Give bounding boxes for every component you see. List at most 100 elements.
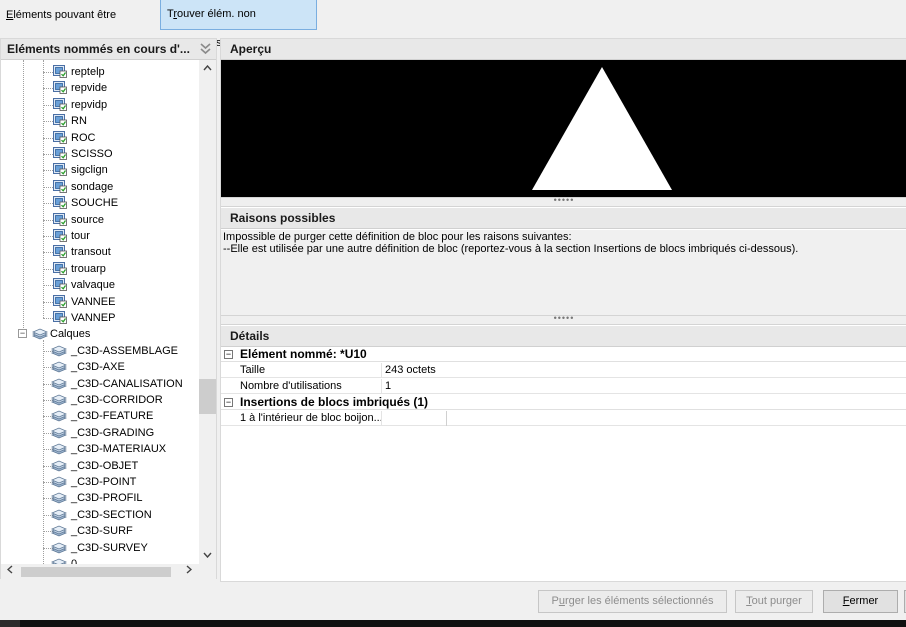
tree-item-layer[interactable]: _C3D-GRADING bbox=[1, 425, 199, 441]
property-row-uses[interactable]: Nombre d'utilisations 1 bbox=[221, 379, 906, 394]
close-button[interactable]: Fermer bbox=[823, 590, 898, 613]
tree-item-block[interactable]: SCISSO bbox=[1, 146, 199, 162]
splitter-grip: ••••• bbox=[553, 195, 575, 205]
collapse-minus-icon[interactable]: − bbox=[224, 350, 233, 359]
tree-item-block[interactable]: repvide bbox=[1, 80, 199, 96]
layer-icon bbox=[50, 443, 68, 455]
tree-item-layer[interactable]: _C3D-FEATURE bbox=[1, 408, 199, 424]
button-label-prefix: P bbox=[551, 595, 559, 607]
tree-vertical-scrollbar[interactable] bbox=[199, 60, 216, 564]
tree-item-block[interactable]: repvidp bbox=[1, 97, 199, 113]
group-nested-insertions[interactable]: − Insertions de blocs imbriqués (1) bbox=[221, 395, 906, 410]
tree-item-label: _C3D-ASSEMBLAGE bbox=[71, 344, 178, 357]
tree-item-label: _C3D-OBJET bbox=[71, 459, 139, 472]
named-items-tree[interactable]: reptelp repvide repvidp RN ROC SCISSO sigclign… bbox=[1, 60, 199, 564]
tree-item-label: trouarp bbox=[71, 262, 106, 275]
scroll-left-icon[interactable] bbox=[1, 564, 18, 580]
tree-item-layer[interactable]: 0 bbox=[1, 556, 199, 564]
tab-bar: Eléments pouvant être purgés Trouver élé… bbox=[0, 0, 906, 51]
button-label: out purger bbox=[751, 595, 802, 607]
tree-item-label: source bbox=[71, 213, 105, 226]
tree-item-layer[interactable]: _C3D-AXE bbox=[1, 359, 199, 375]
tree-item-layer[interactable]: _C3D-CANALISATION bbox=[1, 376, 199, 392]
tab-find-non-purgeable[interactable]: Trouver élém. non purgeables bbox=[160, 0, 317, 49]
collapse-minus-icon[interactable]: − bbox=[224, 398, 233, 407]
tree-item-label: _C3D-SURVEY bbox=[71, 541, 148, 554]
layer-icon bbox=[50, 525, 68, 537]
tree-horizontal-scrollbar[interactable] bbox=[1, 564, 199, 580]
tree-item-block[interactable]: ROC bbox=[1, 130, 199, 146]
layer-icon bbox=[50, 460, 68, 472]
purge-all-button[interactable]: Tout purger bbox=[735, 590, 813, 613]
button-label: ermer bbox=[849, 595, 879, 607]
reasons-header: Raisons possibles bbox=[221, 208, 906, 229]
tree-item-label: SOUCHE bbox=[71, 197, 119, 210]
scroll-thumb[interactable] bbox=[199, 379, 216, 414]
block-definition-icon bbox=[53, 311, 67, 324]
tree-item-label: Calques bbox=[50, 328, 91, 341]
tree-item-block[interactable]: tour bbox=[1, 228, 199, 244]
scroll-thumb[interactable] bbox=[21, 567, 171, 577]
tree-item-label: transout bbox=[71, 246, 111, 259]
tree-item-block[interactable]: RN bbox=[1, 113, 199, 129]
tree-item-block[interactable]: transout bbox=[1, 244, 199, 260]
tab-purgeable-items[interactable]: Eléments pouvant être purgés bbox=[0, 0, 155, 51]
tree-item-label: _C3D-CANALISATION bbox=[71, 377, 183, 390]
tree-item-layer[interactable]: _C3D-POINT bbox=[1, 474, 199, 490]
tree-item-label: _C3D-SECTION bbox=[71, 508, 152, 521]
preview-title: Aperçu bbox=[230, 42, 272, 56]
tree-item-label: ROC bbox=[71, 131, 96, 144]
layer-icon bbox=[50, 476, 68, 488]
tree-item-layer[interactable]: _C3D-SECTION bbox=[1, 507, 199, 523]
tree-item-block[interactable]: valvaque bbox=[1, 277, 199, 293]
tree-item-layer[interactable]: _C3D-SURVEY bbox=[1, 540, 199, 556]
tree-item-label: repvide bbox=[71, 82, 108, 95]
tree-item-layer[interactable]: _C3D-PROFIL bbox=[1, 490, 199, 506]
chevron-double-down-icon[interactable] bbox=[200, 39, 211, 59]
named-items-panel: Eléments nommés en cours d'... reptelp re… bbox=[0, 38, 217, 580]
layers-group-icon bbox=[31, 328, 49, 340]
tree-item-block[interactable]: trouarp bbox=[1, 261, 199, 277]
splitter-grip: ••••• bbox=[553, 313, 575, 323]
tree-item-layer[interactable]: _C3D-CORRIDOR bbox=[1, 392, 199, 408]
layer-icon bbox=[50, 361, 68, 373]
scrollbar-corner bbox=[199, 564, 216, 580]
tree-item-block[interactable]: SOUCHE bbox=[1, 195, 199, 211]
property-row-size[interactable]: Taille 243 octets bbox=[221, 363, 906, 378]
preview-splitter[interactable]: ••••• bbox=[221, 195, 906, 207]
block-preview bbox=[221, 60, 906, 197]
tree-item-block[interactable]: source bbox=[1, 212, 199, 228]
taskbar-item[interactable] bbox=[0, 620, 20, 627]
button-accel: F bbox=[842, 595, 850, 607]
purge-selected-button[interactable]: Purger les éléments sélectionnés bbox=[538, 590, 727, 613]
property-row-nested[interactable]: 1 à l'intérieur de bloc boijon... bbox=[221, 411, 906, 426]
tree-item-layer[interactable]: _C3D-SURF bbox=[1, 523, 199, 539]
tree-item-layer[interactable]: _C3D-MATERIAUX bbox=[1, 441, 199, 457]
property-value: 1 bbox=[385, 380, 392, 392]
scroll-down-icon[interactable] bbox=[199, 547, 216, 564]
tree-item-block[interactable]: sondage bbox=[1, 179, 199, 195]
tree-item-label: VANNEE bbox=[71, 295, 116, 308]
tree-item-label: _C3D-FEATURE bbox=[71, 410, 154, 423]
tree-item-label: _C3D-MATERIAUX bbox=[71, 443, 167, 456]
reasons-splitter[interactable]: ••••• bbox=[221, 313, 906, 325]
layer-icon bbox=[50, 410, 68, 422]
layer-icon bbox=[50, 542, 68, 554]
tree-item-block[interactable]: VANNEE bbox=[1, 294, 199, 310]
block-definition-icon bbox=[53, 97, 67, 111]
tree-item-label: _C3D-POINT bbox=[71, 476, 137, 488]
block-definition-icon bbox=[53, 114, 67, 128]
tree-item-label: sondage bbox=[71, 180, 114, 193]
named-items-title: Eléments nommés en cours d'... bbox=[7, 42, 190, 56]
scroll-up-icon[interactable] bbox=[199, 60, 216, 77]
tree-item-block[interactable]: VANNEP bbox=[1, 310, 199, 326]
scroll-right-icon[interactable] bbox=[180, 564, 197, 580]
tree-item-label: RN bbox=[71, 115, 87, 128]
tree-item-layers-group[interactable]: Calques bbox=[1, 326, 199, 342]
group-named-element[interactable]: − Elément nommé: *U10 bbox=[221, 347, 906, 362]
tree-item-label: 0 bbox=[71, 558, 78, 564]
tree-item-layer[interactable]: _C3D-ASSEMBLAGE bbox=[1, 343, 199, 359]
tree-item-layer[interactable]: _C3D-OBJET bbox=[1, 458, 199, 474]
tree-item-block[interactable]: sigclign bbox=[1, 162, 199, 178]
tree-item-block[interactable]: reptelp bbox=[1, 64, 199, 80]
